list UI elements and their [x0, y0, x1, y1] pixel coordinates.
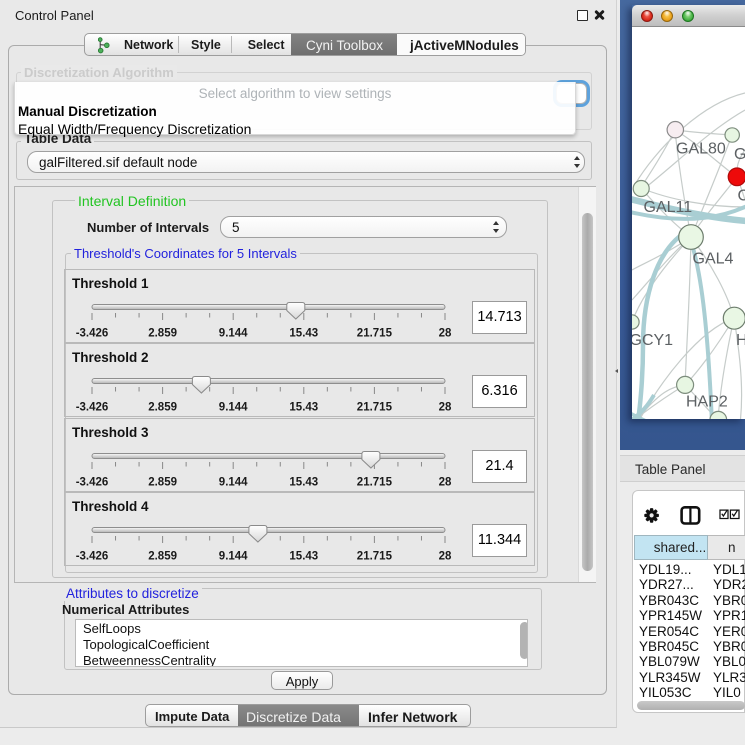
svg-text:21.715: 21.715 — [357, 476, 393, 488]
svg-text:9.144: 9.144 — [219, 476, 248, 488]
svg-text:28: 28 — [439, 327, 452, 339]
svg-text:28: 28 — [439, 476, 452, 488]
svg-text:-3.426: -3.426 — [76, 476, 109, 488]
svg-text:21.715: 21.715 — [357, 402, 393, 414]
svg-text:GAL4: GAL4 — [693, 251, 734, 268]
svg-text:28: 28 — [439, 402, 452, 414]
svg-text:HAP2: HAP2 — [686, 394, 728, 411]
svg-text:15.43: 15.43 — [289, 402, 318, 414]
svg-text:21.715: 21.715 — [357, 327, 393, 339]
svg-text:H: H — [736, 332, 745, 349]
svg-text:GA: GA — [734, 146, 745, 163]
svg-text:21.715: 21.715 — [357, 551, 393, 563]
svg-text:2.859: 2.859 — [148, 551, 177, 563]
svg-text:GAL80: GAL80 — [676, 141, 726, 158]
svg-text:GCY1: GCY1 — [632, 332, 673, 349]
svg-text:2.859: 2.859 — [148, 327, 177, 339]
svg-text:2.859: 2.859 — [148, 402, 177, 414]
svg-text:2.859: 2.859 — [148, 476, 177, 488]
svg-text:15.43: 15.43 — [289, 327, 318, 339]
svg-text:15.43: 15.43 — [289, 551, 318, 563]
svg-text:9.144: 9.144 — [219, 551, 248, 563]
svg-text:-3.426: -3.426 — [76, 327, 109, 339]
svg-text:C: C — [738, 188, 745, 205]
svg-text:GAL11: GAL11 — [644, 199, 693, 216]
svg-text:9.144: 9.144 — [219, 402, 248, 414]
svg-text:-3.426: -3.426 — [76, 551, 109, 563]
svg-text:-3.426: -3.426 — [76, 402, 109, 414]
svg-text:28: 28 — [439, 551, 452, 563]
svg-text:9.144: 9.144 — [219, 327, 248, 339]
svg-text:15.43: 15.43 — [289, 476, 318, 488]
